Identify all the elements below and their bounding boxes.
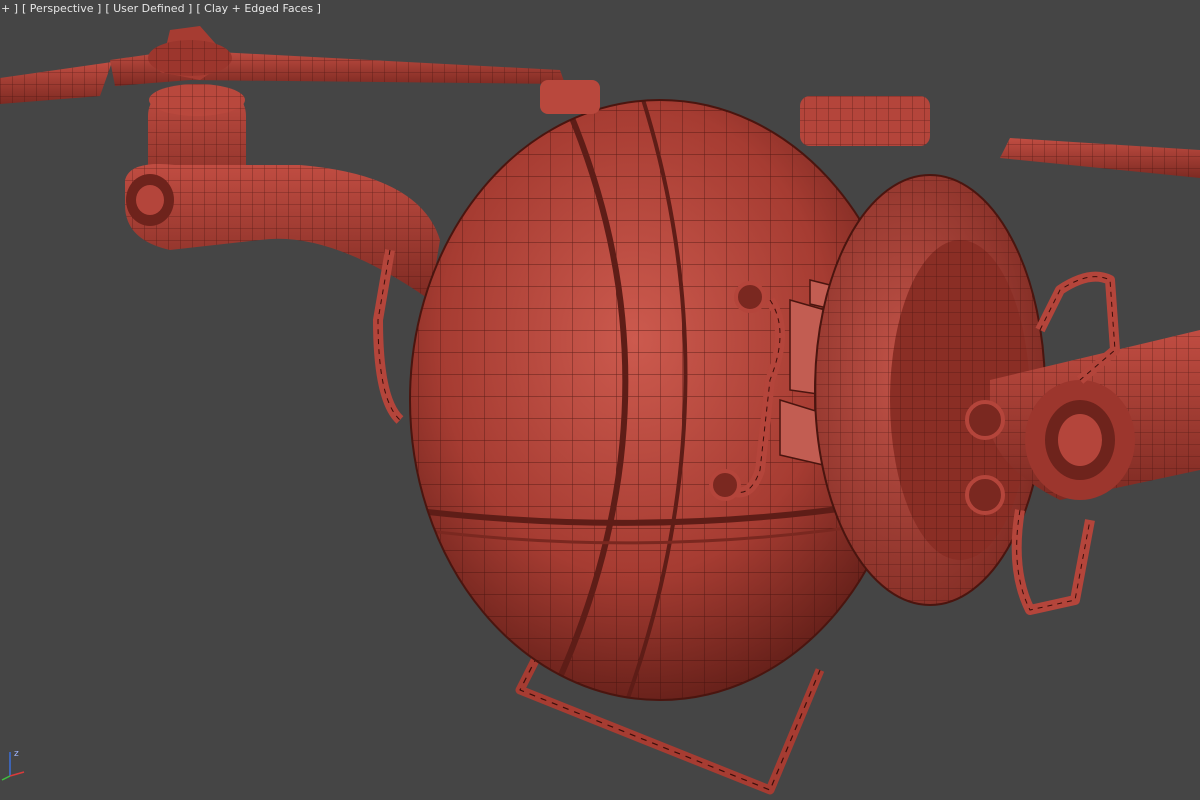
motor-left [125, 84, 440, 300]
viewport-perspective[interactable]: + ] [ Perspective ] [ User Defined ] [ C… [0, 0, 1200, 800]
viewport-view-menu[interactable]: [ Perspective ] [22, 2, 101, 15]
viewport-plus-menu[interactable]: + ] [1, 2, 18, 15]
viewport-shading-mode-menu[interactable]: [ User Defined ] [105, 2, 192, 15]
viewport-shading-menu[interactable]: [ Clay + Edged Faces ] [196, 2, 321, 15]
propeller-left [0, 26, 565, 104]
axis-z-label: z [14, 749, 19, 759]
viewport-label-bar: + ] [ Perspective ] [ User Defined ] [ C… [0, 0, 321, 16]
axis-gizmo-icon: z [1, 749, 25, 781]
drone-3d-model[interactable] [0, 0, 1200, 800]
